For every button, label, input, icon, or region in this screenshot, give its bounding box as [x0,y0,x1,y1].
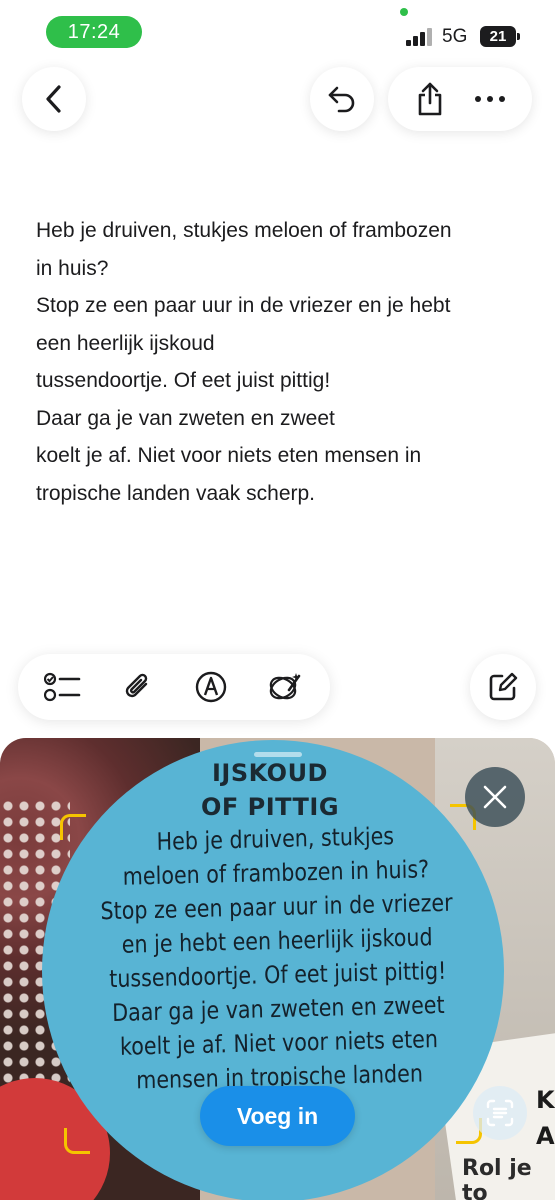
scan-corner-marker [64,1128,90,1154]
note-line: in huis? [36,256,109,280]
checklist-icon [44,671,82,703]
checklist-button[interactable] [33,657,93,717]
writing-tools-button[interactable] [255,657,315,717]
scan-corner-marker [60,814,86,840]
note-line: Daar ga je van zweten en zweet [36,406,335,430]
back-button[interactable] [22,67,86,131]
scanned-heading: IJSKOUD OF PITTIG [200,759,340,821]
pen-circle-icon [194,670,228,704]
note-line: een heerlijk ijskoud [36,331,215,355]
markup-button[interactable] [181,657,241,717]
scanned-text: Heb je druiven, stukjes meloen of frambo… [100,822,453,1095]
more-icon[interactable] [474,95,506,103]
note-toolbar [18,654,330,720]
live-text-button[interactable] [473,1086,527,1140]
network-label: 5G [442,26,468,47]
battery-icon: 21 [480,26,520,47]
note-editor[interactable]: Heb je druiven, stukjes meloen of frambo… [36,212,531,512]
status-time: 17:24 [46,16,142,48]
scanned-side-text: Rol je to [462,1156,532,1200]
note-line: koelt je af. Niet voor niets eten mensen… [36,444,422,467]
undo-icon [326,84,358,114]
attachment-button[interactable] [107,657,167,717]
live-text-icon [485,1098,515,1128]
chevron-left-icon [43,84,65,114]
undo-button[interactable] [310,67,374,131]
close-scanner-button[interactable] [465,767,525,827]
writing-tools-icon [267,670,303,704]
compose-icon [487,671,519,703]
scanned-side-heading: K A [536,1086,555,1150]
note-actions-group [388,67,532,131]
note-line: Heb je druiven, stukjes meloen of frambo… [36,219,452,242]
note-line: tussendoortje. Of eet juist pittig! [36,369,331,392]
insert-button[interactable]: Voeg in [200,1086,355,1146]
paperclip-icon [122,670,152,704]
signal-icon [406,28,436,46]
note-line: Stop ze een paar uur in de vriezer en je… [36,294,451,317]
close-icon [482,784,508,810]
share-icon[interactable] [415,81,445,117]
compose-button[interactable] [470,654,536,720]
privacy-indicator [400,8,408,16]
status-bar: 17:24 5G 21 [0,0,555,60]
note-line: tropische landen vaak scherp. [36,481,315,505]
